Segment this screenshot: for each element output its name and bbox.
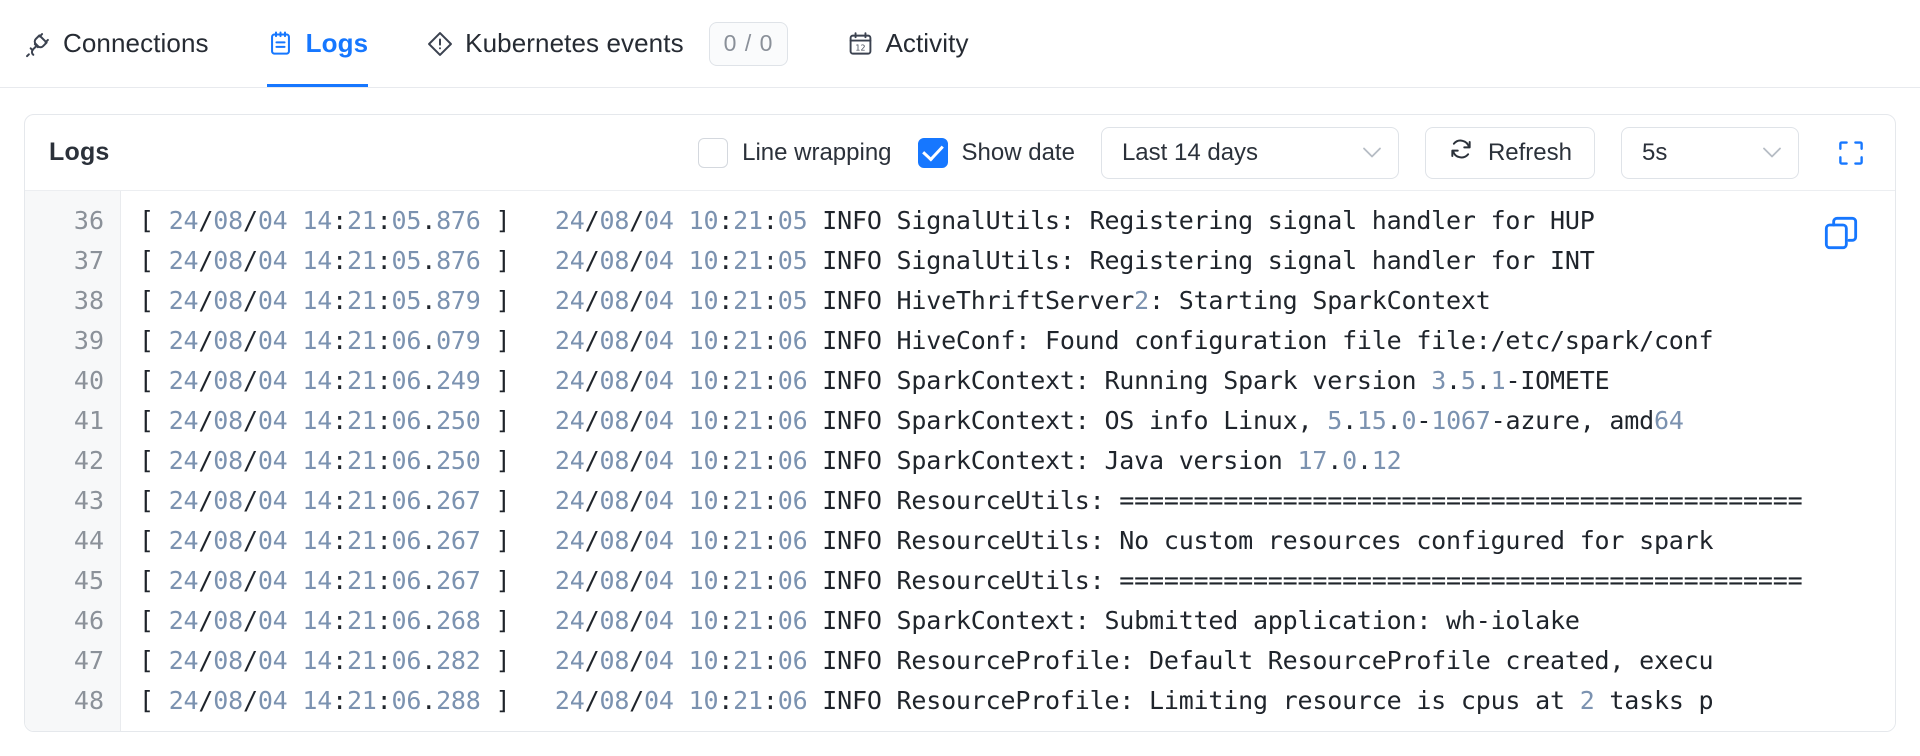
line-number: 36 bbox=[73, 206, 104, 235]
chevron-down-icon bbox=[1362, 146, 1382, 159]
line-number: 42 bbox=[73, 446, 104, 475]
tab-label: Connections bbox=[63, 28, 209, 58]
log-line: [ 24/08/04 14:21:05.879 ] 24/08/04 10:21… bbox=[139, 286, 1491, 315]
refresh-interval-value: 5s bbox=[1642, 138, 1668, 166]
line-number: 40 bbox=[73, 366, 104, 395]
show-date-checkbox[interactable]: Show date bbox=[917, 137, 1075, 168]
copy-icon[interactable] bbox=[1821, 213, 1861, 253]
logs-toolbar: Logs Line wrapping Show date Last 14 day… bbox=[25, 115, 1895, 191]
refresh-label: Refresh bbox=[1487, 138, 1572, 166]
log-line: [ 24/08/04 14:21:06.267 ] 24/08/04 10:21… bbox=[139, 566, 1803, 595]
log-viewer[interactable]: 36 37 38 39 40 41 42 43 44 45 46 47 48 [… bbox=[25, 191, 1895, 731]
line-number: 45 bbox=[73, 566, 104, 595]
kubernetes-events-count-badge: 0 / 0 bbox=[708, 21, 789, 66]
tab-connections[interactable]: Connections bbox=[24, 0, 239, 87]
line-number: 43 bbox=[73, 486, 104, 515]
line-number: 47 bbox=[73, 646, 104, 675]
log-line: [ 24/08/04 14:21:06.288 ] 24/08/04 10:21… bbox=[139, 686, 1714, 715]
chevron-down-icon bbox=[1762, 146, 1782, 159]
panel-title: Logs bbox=[49, 138, 110, 166]
tab-label: Kubernetes events bbox=[465, 28, 684, 58]
log-lines: [ 24/08/04 14:21:05.876 ] 24/08/04 10:21… bbox=[121, 191, 1895, 731]
plug-icon bbox=[24, 30, 52, 58]
log-line: [ 24/08/04 14:21:06.282 ] 24/08/04 10:21… bbox=[139, 646, 1714, 675]
line-number: 38 bbox=[73, 286, 104, 315]
time-range-select[interactable]: Last 14 days bbox=[1100, 126, 1399, 179]
time-range-value: Last 14 days bbox=[1121, 138, 1259, 166]
log-line: [ 24/08/04 14:21:06.250 ] 24/08/04 10:21… bbox=[139, 446, 1402, 475]
log-line: [ 24/08/04 14:21:06.250 ] 24/08/04 10:21… bbox=[139, 406, 1684, 435]
toolbar-controls: Line wrapping Show date Last 14 days Ref… bbox=[698, 126, 1873, 179]
show-date-label: Show date bbox=[961, 138, 1075, 166]
log-line: [ 24/08/04 14:21:05.876 ] 24/08/04 10:21… bbox=[139, 206, 1595, 235]
calendar-icon: 12 bbox=[846, 30, 874, 58]
line-wrapping-label: Line wrapping bbox=[742, 138, 892, 166]
line-number: 44 bbox=[73, 526, 104, 555]
log-line: [ 24/08/04 14:21:05.876 ] 24/08/04 10:21… bbox=[139, 246, 1595, 275]
refresh-icon bbox=[1448, 136, 1474, 169]
logs-panel: Logs Line wrapping Show date Last 14 day… bbox=[24, 114, 1896, 732]
expand-icon[interactable] bbox=[1829, 131, 1873, 175]
log-line: [ 24/08/04 14:21:06.268 ] 24/08/04 10:21… bbox=[139, 606, 1580, 635]
svg-text:12: 12 bbox=[855, 43, 865, 52]
log-line: [ 24/08/04 14:21:06.267 ] 24/08/04 10:21… bbox=[139, 486, 1803, 515]
log-line: [ 24/08/04 14:21:06.079 ] 24/08/04 10:21… bbox=[139, 326, 1714, 355]
refresh-interval-select[interactable]: 5s bbox=[1621, 126, 1799, 179]
line-wrapping-checkbox[interactable]: Line wrapping bbox=[698, 137, 892, 168]
tab-kubernetes-events[interactable]: Kubernetes events 0 / 0 bbox=[426, 0, 818, 87]
refresh-button[interactable]: Refresh bbox=[1424, 126, 1595, 179]
log-line: [ 24/08/04 14:21:06.267 ] 24/08/04 10:21… bbox=[139, 526, 1714, 555]
tab-logs[interactable]: Logs bbox=[266, 0, 399, 87]
checkbox-box bbox=[698, 137, 729, 168]
checkbox-box-checked bbox=[917, 137, 948, 168]
line-number: 37 bbox=[73, 246, 104, 275]
diamond-alert-icon bbox=[426, 30, 454, 58]
log-line: [ 24/08/04 14:21:06.249 ] 24/08/04 10:21… bbox=[139, 366, 1610, 395]
line-number: 48 bbox=[73, 686, 104, 715]
line-number: 46 bbox=[73, 606, 104, 635]
line-number: 41 bbox=[73, 406, 104, 435]
tab-label: Activity bbox=[885, 28, 969, 58]
tab-bar: Connections Logs Kubernetes events 0 / 0 bbox=[0, 0, 1920, 88]
line-number: 39 bbox=[73, 326, 104, 355]
line-number-gutter: 36 37 38 39 40 41 42 43 44 45 46 47 48 bbox=[25, 191, 121, 731]
tab-label: Logs bbox=[305, 28, 369, 58]
notepad-icon bbox=[267, 30, 295, 58]
tab-activity[interactable]: 12 Activity bbox=[846, 0, 998, 87]
